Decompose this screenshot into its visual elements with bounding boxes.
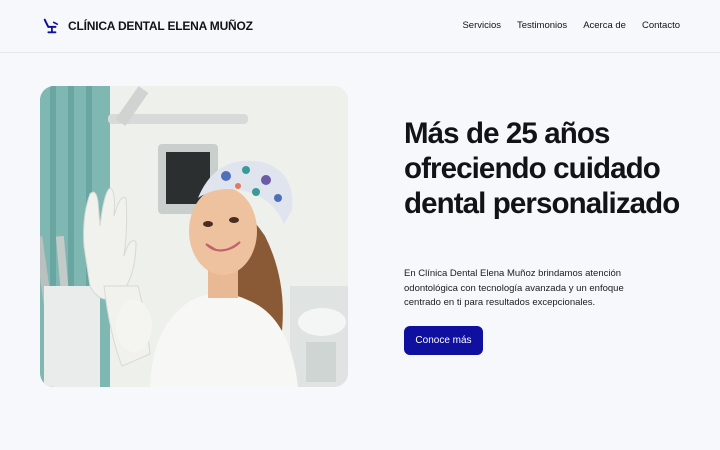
site-header: CLÍNICA DENTAL ELENA MUÑOZ Servicios Tes… — [0, 0, 720, 53]
nav-acerca-de[interactable]: Acerca de — [583, 20, 626, 31]
hero-description: En Clínica Dental Elena Muñoz brindamos … — [404, 268, 624, 309]
nav-servicios[interactable]: Servicios — [462, 20, 501, 31]
dental-chair-icon — [43, 18, 59, 34]
main-nav: Servicios Testimonios Acerca de Contacto — [446, 20, 680, 31]
nav-testimonios[interactable]: Testimonios — [517, 20, 567, 31]
hero-title: Más de 25 años ofreciendo cuidado dental… — [404, 117, 680, 220]
hero-photo — [40, 86, 348, 387]
nav-contacto[interactable]: Contacto — [642, 20, 680, 31]
conoce-mas-button[interactable]: Conoce más — [404, 326, 483, 355]
brand-logo[interactable]: CLÍNICA DENTAL ELENA MUÑOZ — [42, 17, 253, 35]
brand-name: CLÍNICA DENTAL ELENA MUÑOZ — [68, 19, 253, 33]
